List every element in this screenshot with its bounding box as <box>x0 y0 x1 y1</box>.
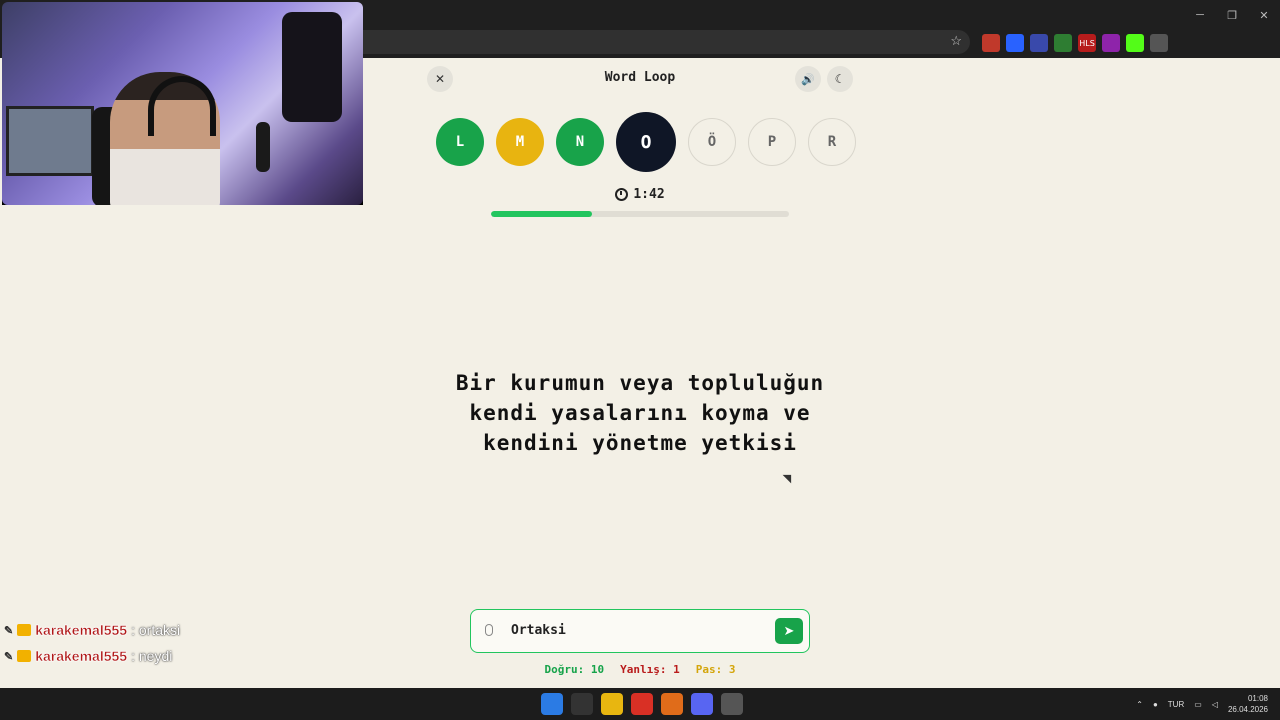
letter-circle-pending: R <box>808 118 856 166</box>
crown-badge-icon <box>17 624 32 636</box>
theme-toggle-button[interactable]: ☾ <box>827 66 853 92</box>
send-icon: ➤ <box>783 623 795 638</box>
discord-icon[interactable] <box>691 693 713 715</box>
clock-icon <box>615 188 629 201</box>
answer-value: Ortaksi <box>511 623 566 638</box>
time-progress-bar <box>491 211 789 217</box>
letter-circle-green: L <box>436 118 484 166</box>
close-icon: ✕ <box>434 72 446 86</box>
bookmark-star-icon[interactable]: ☆ <box>950 33 962 49</box>
puzzle-ext-icon[interactable] <box>1150 34 1168 52</box>
chevron-up-icon[interactable]: ⌃ <box>1136 700 1143 709</box>
question-text: Bir kurumun veya topluluğun kendi yasala… <box>400 368 880 458</box>
mic-tray-icon[interactable]: ● <box>1153 700 1158 709</box>
badge-ext-icon[interactable] <box>1030 34 1048 52</box>
page-left-area <box>0 205 363 688</box>
question-line: Bir kurumun veya topluluğun <box>455 371 825 395</box>
taskbar: ⌃ ● TUR ▭ ◁ 01:08 26.04.2026 <box>0 688 1280 720</box>
headset <box>148 76 216 136</box>
settings-icon[interactable] <box>721 693 743 715</box>
chrome-icon[interactable] <box>631 693 653 715</box>
microphone <box>256 122 270 172</box>
moon-icon: ☾ <box>834 72 846 86</box>
game-title: Word Loop <box>604 70 676 85</box>
address-bar[interactable]: ☆ <box>362 30 970 54</box>
language-indicator[interactable]: TUR <box>1168 700 1184 709</box>
download-ext-icon[interactable] <box>1054 34 1072 52</box>
chat-text: : ortaksi <box>131 622 181 638</box>
background-monitor <box>6 106 94 176</box>
translate-ext-icon[interactable] <box>1006 34 1024 52</box>
search-icon[interactable] <box>571 693 593 715</box>
correct-count: Doğru: 10 <box>544 663 605 676</box>
minimize-button[interactable]: ─ <box>1184 0 1216 30</box>
hls-ext-icon[interactable]: HLS <box>1078 34 1096 52</box>
crown-badge-icon <box>17 650 32 662</box>
letter-circle-pending: P <box>748 118 796 166</box>
send-button[interactable]: ➤ <box>775 618 803 644</box>
webcam-overlay <box>2 2 363 205</box>
chat-username: karakemal555 <box>35 622 128 638</box>
start-icon[interactable] <box>541 693 563 715</box>
chat-message: ✎ karakemal555 : ortaksi <box>4 617 180 643</box>
time-progress-fill <box>491 211 593 217</box>
window-controls: ─ ❐ ✕ <box>1184 0 1280 30</box>
system-tray: ⌃ ● TUR ▭ ◁ 01:08 26.04.2026 <box>1136 688 1268 720</box>
close-game-button[interactable]: ✕ <box>427 66 453 92</box>
system-clock[interactable]: 01:08 26.04.2026 <box>1228 693 1268 715</box>
timer: 1:42 <box>600 187 680 202</box>
chat-text: : neydi <box>131 648 173 664</box>
timer-value: 1:42 <box>633 187 665 202</box>
letter-circle-active: O <box>616 112 676 172</box>
taskbar-apps <box>541 693 743 715</box>
clock-time: 01:08 <box>1247 694 1268 703</box>
folder-icon[interactable] <box>601 693 623 715</box>
letter-circle-pending: Ö <box>688 118 736 166</box>
app-icon[interactable] <box>661 693 683 715</box>
pencil-icon: ✎ <box>4 650 14 663</box>
restore-button[interactable]: ❐ <box>1216 0 1248 30</box>
chat-username: karakemal555 <box>35 648 128 664</box>
background-coat <box>282 12 342 122</box>
clock-date: 26.04.2026 <box>1227 705 1268 714</box>
speaker-icon: 🔊 <box>801 73 815 86</box>
letter-circle-yellow: M <box>496 118 544 166</box>
score-stats: Doğru: 10 Yanlış: 1 Pas: 3 <box>470 663 810 676</box>
close-window-button[interactable]: ✕ <box>1248 0 1280 30</box>
wrong-count: Yanlış: 1 <box>620 663 680 676</box>
pencil-icon: ✎ <box>4 624 14 637</box>
pass-count: Pas: 3 <box>695 663 736 676</box>
question-line: kendi yasalarını koyma ve <box>469 401 811 425</box>
sound-toggle-button[interactable]: 🔊 <box>795 66 821 92</box>
mic-icon[interactable] <box>485 624 493 636</box>
app-ext-icon[interactable] <box>1102 34 1120 52</box>
question-line: kendini yönetme yetkisi <box>483 431 797 455</box>
kick-ext-icon[interactable] <box>1126 34 1144 52</box>
letter-progress: LMNOÖPR <box>436 112 856 172</box>
chat-message: ✎ karakemal555 : neydi <box>4 643 180 669</box>
shield-ext-icon[interactable] <box>982 34 1000 52</box>
extensions-row: HLS <box>982 34 1168 52</box>
network-icon[interactable]: ▭ <box>1194 700 1202 709</box>
answer-input[interactable]: Ortaksi ➤ <box>470 609 810 653</box>
chat-overlay: ✎ karakemal555 : ortaksi ✎ karakemal555 … <box>4 617 180 669</box>
letter-circle-green: N <box>556 118 604 166</box>
volume-icon[interactable]: ◁ <box>1212 700 1218 709</box>
